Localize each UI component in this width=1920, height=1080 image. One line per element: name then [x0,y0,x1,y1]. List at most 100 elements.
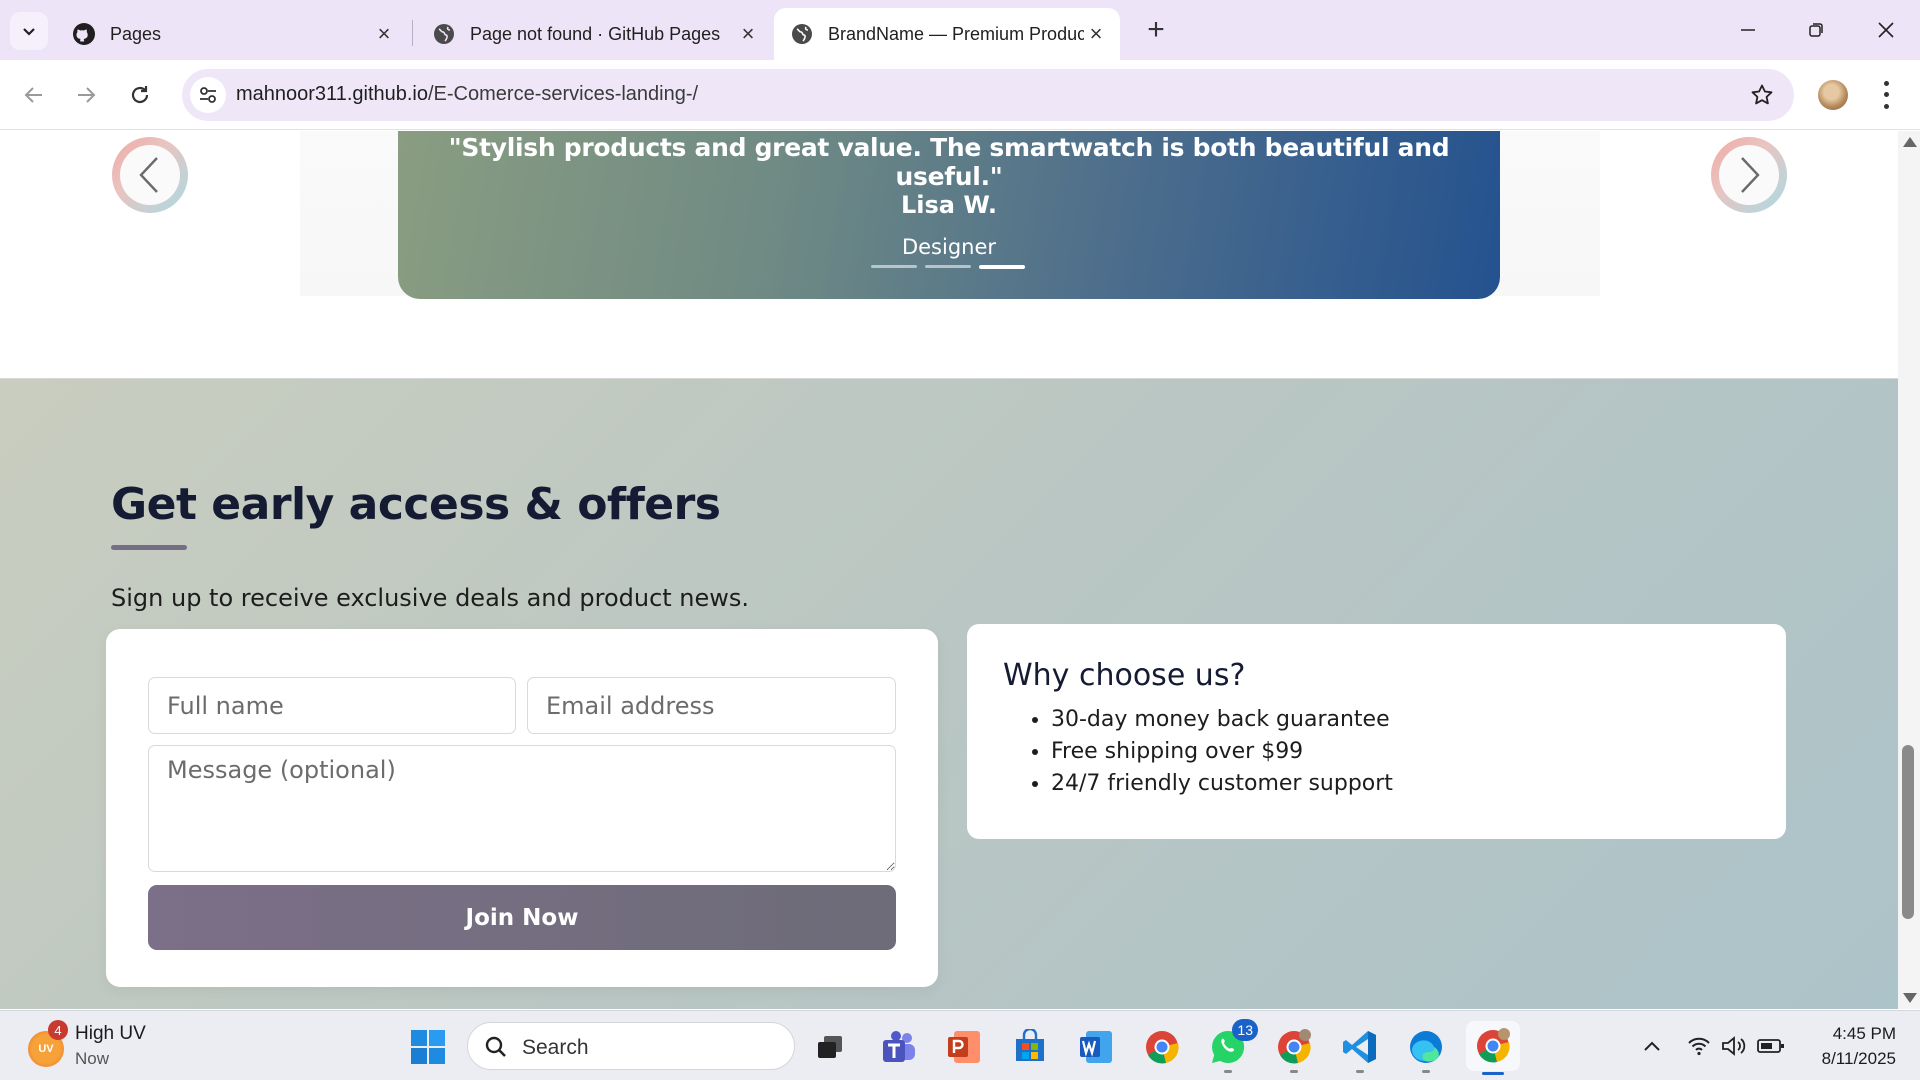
clock-time: 4:45 PM [1832,1024,1896,1043]
back-button[interactable] [14,75,54,115]
tab-pages[interactable]: Pages × [56,8,408,60]
new-tab-button[interactable]: + [1138,12,1174,48]
signup-form: Join Now [106,629,938,987]
taskbar-search-label: Search [522,1036,589,1059]
chrome-icon[interactable] [1140,1025,1184,1069]
restore-icon [1809,23,1823,37]
carousel-dot-active[interactable] [979,265,1025,269]
join-now-button[interactable]: Join Now [148,885,896,950]
close-window-button[interactable] [1852,0,1920,60]
arrow-right-icon [78,87,96,103]
tab-page-not-found[interactable]: Page not found · GitHub Pages × [416,8,772,60]
wifi-icon[interactable] [1684,1033,1714,1059]
weather-title[interactable]: High UV [75,1023,146,1045]
benefit-item: 30-day money back guarantee [1051,704,1393,736]
whatsapp-unread-badge: 13 [1232,1019,1258,1041]
weather-badge: 4 [48,1020,68,1040]
running-indicator [1422,1070,1430,1073]
tab-title: BrandName — Premium Produc [828,23,1084,44]
url-path: /E-Comerce-services-landing-/ [428,83,699,105]
tab-brandname-active[interactable]: BrandName — Premium Produc × [774,8,1120,60]
close-icon [1878,22,1894,38]
close-tab-icon[interactable]: × [1084,21,1108,46]
tune-icon [200,87,216,103]
carousel-dot[interactable] [871,265,917,268]
message-textarea[interactable] [148,745,896,872]
active-app-indicator [1482,1072,1504,1075]
running-indicator [1356,1070,1364,1073]
edge-icon[interactable] [1404,1025,1448,1073]
weather-subtitle: Now [75,1049,110,1068]
tab-search-button[interactable] [10,12,48,50]
tab-title: Page not found · GitHub Pages [470,23,721,44]
site-info-button[interactable] [190,77,226,113]
address-bar[interactable]: mahnoor311.github.io/E-Comerce-services-… [182,69,1794,121]
carousel-indicators [871,265,1025,269]
signup-lead-text: Sign up to receive exclusive deals and p… [111,584,750,612]
browser-tab-bar: Pages × Page not found · GitHub Pages × … [0,0,1920,60]
word-icon[interactable] [1074,1025,1118,1069]
taskbar-search-box[interactable]: Search [467,1022,795,1070]
benefit-item: Free shipping over $99 [1051,736,1393,768]
signup-heading: Get early access & offers [111,479,721,530]
close-tab-icon[interactable]: × [372,21,396,46]
full-name-input[interactable] [148,677,516,734]
running-indicator [1224,1070,1232,1073]
minimize-icon [1741,29,1755,31]
chevron-right-icon [1741,157,1760,193]
testimonial-author: Lisa W. [901,191,997,219]
start-button[interactable] [406,1025,450,1069]
chevron-down-icon [23,28,35,36]
clock-date: 8/11/2025 [1821,1049,1896,1068]
show-hidden-icons-chevron-up-icon[interactable] [1638,1033,1666,1059]
chrome-active-icon[interactable] [1466,1021,1520,1075]
tab-separator [412,20,413,46]
carousel-dot[interactable] [925,265,971,268]
why-choose-us-card: Why choose us? 30-day money back guarant… [967,624,1786,839]
battery-icon[interactable] [1754,1033,1788,1059]
scrollbar-thumb[interactable] [1902,745,1914,919]
heading-underline [111,545,187,550]
powerpoint-icon[interactable] [942,1025,986,1069]
chevron-left-icon [139,157,158,193]
windows-logo-icon [411,1030,445,1064]
reload-button[interactable] [120,75,160,115]
benefits-list: 30-day money back guarantee Free shippin… [1017,704,1393,800]
forward-button[interactable] [66,75,106,115]
close-tab-icon[interactable]: × [736,21,760,46]
chrome-profile-icon[interactable] [1272,1025,1316,1073]
minimize-button[interactable] [1714,0,1782,60]
why-choose-us-title: Why choose us? [1003,658,1246,693]
scroll-up-arrow-icon[interactable] [1903,137,1917,147]
globe-icon [790,22,814,46]
scroll-down-arrow-icon[interactable] [1903,993,1917,1003]
github-icon [72,22,96,46]
browser-toolbar: mahnoor311.github.io/E-Comerce-services-… [0,60,1920,130]
restore-button[interactable] [1782,0,1850,60]
microsoft-store-icon[interactable] [1008,1025,1052,1069]
teams-icon[interactable] [876,1025,920,1069]
search-icon [485,1036,506,1057]
url-host: mahnoor311.github.io [236,83,428,105]
whatsapp-icon[interactable]: 13 [1206,1019,1258,1073]
url-text: mahnoor311.github.io/E-Comerce-services-… [236,83,698,106]
carousel-prev-button[interactable] [112,137,188,213]
taskbar-clock[interactable]: 4:45 PM 8/11/2025 [1800,1021,1896,1071]
testimonial-card: "Stylish products and great value. The s… [398,131,1500,299]
more-menu-icon[interactable] [1874,78,1898,112]
email-input[interactable] [527,677,896,734]
carousel-next-button[interactable] [1711,137,1787,213]
bookmark-star-icon[interactable] [1748,81,1776,109]
profile-avatar[interactable] [1818,80,1848,110]
page-viewport: "Stylish products and great value. The s… [0,131,1898,1009]
arrow-left-icon [24,87,42,103]
signup-section: Get early access & offers Sign up to rec… [0,378,1898,1009]
testimonial-role: Designer [901,235,997,259]
running-indicator [1290,1070,1298,1073]
task-view-icon[interactable] [808,1025,852,1069]
volume-icon[interactable] [1718,1033,1750,1059]
page-scrollbar[interactable] [1898,131,1920,1009]
globe-icon [432,22,456,46]
vscode-icon[interactable] [1338,1025,1382,1073]
benefit-item: 24/7 friendly customer support [1051,768,1393,800]
